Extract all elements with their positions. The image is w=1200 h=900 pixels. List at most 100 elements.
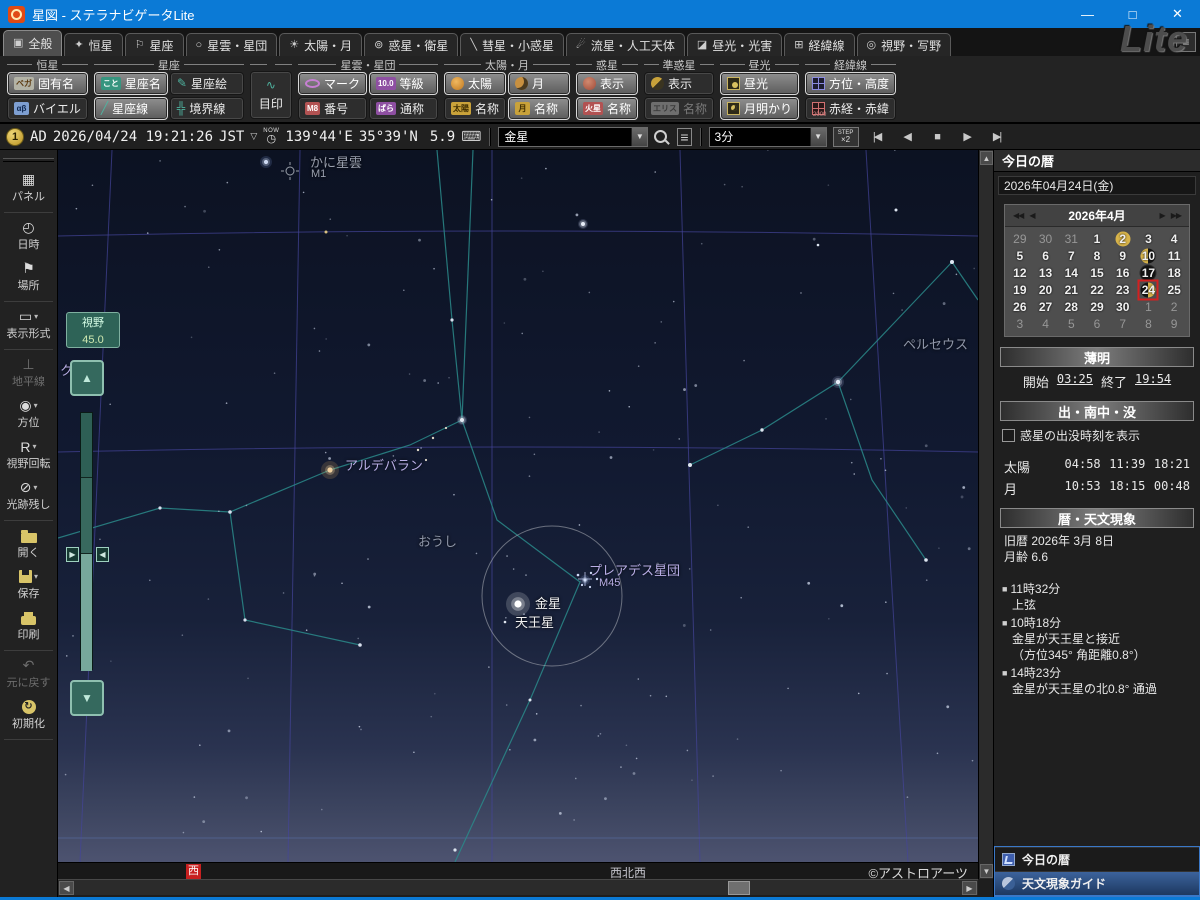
horizontal-scrollbar[interactable]: ◀ ▶: [58, 879, 978, 895]
keyboard-icon[interactable]: ⌨: [461, 128, 481, 145]
toolbar-button-等級[interactable]: 10.0等級: [369, 72, 438, 95]
toolbar-button-表示[interactable]: 表示: [576, 72, 638, 95]
target-select[interactable]: 金星 ▼: [498, 127, 648, 147]
timezone-label[interactable]: JST: [219, 129, 244, 145]
sidebar-item-パネル[interactable]: ▦パネル: [0, 168, 57, 209]
toolbar-button-表示[interactable]: 表示: [644, 72, 714, 95]
toolbar-button-名称[interactable]: 月名称: [508, 97, 570, 120]
toolbar-button-星座線[interactable]: ╱星座線: [94, 97, 168, 120]
search-icon[interactable]: [654, 130, 667, 143]
chevron-down-icon[interactable]: ▼: [631, 128, 647, 146]
calendar-day-30[interactable]: 30: [1110, 298, 1136, 315]
toolbar-button-マーク[interactable]: マーク: [298, 72, 367, 95]
scroll-right-icon[interactable]: ▶: [962, 881, 977, 895]
calendar-day-12[interactable]: 12: [1007, 264, 1033, 281]
calendar-prev-year-button[interactable]: ◀◀: [1010, 211, 1026, 220]
step-multiplier-button[interactable]: STEP×2: [833, 127, 859, 147]
stop-button[interactable]: ■: [925, 127, 949, 147]
calendar-day-4[interactable]: 4: [1033, 315, 1059, 332]
calendar-day-7[interactable]: 7: [1110, 315, 1136, 332]
latitude-value[interactable]: 35°39'N: [359, 129, 418, 145]
scroll-up-icon[interactable]: ▲: [980, 151, 993, 165]
toolbar-button-星座名[interactable]: こと星座名: [94, 72, 168, 95]
tab-流星・人工天体[interactable]: ☄流星・人工天体: [566, 33, 685, 56]
calendar-day-29[interactable]: 29: [1007, 230, 1033, 247]
toolbar-button-名称[interactable]: 太陽名称: [444, 97, 506, 120]
tab-星雲・星団[interactable]: ○星雲・星団: [186, 33, 278, 56]
toolbar-button-太陽[interactable]: 太陽: [444, 72, 506, 95]
sidebar-item-視野回転[interactable]: R▾視野回転: [0, 435, 57, 476]
scroll-down-icon[interactable]: ▼: [980, 864, 993, 878]
longitude-value[interactable]: 139°44'E: [285, 129, 352, 145]
calendar-day-3[interactable]: 3: [1007, 315, 1033, 332]
zoom-out-button[interactable]: ▼: [70, 680, 104, 716]
toolbar-button-名称[interactable]: 火星名称: [576, 97, 638, 120]
toolbar-button-月明かり[interactable]: 月明かり: [720, 97, 799, 120]
tab-視野・写野[interactable]: ◎視野・写野: [857, 33, 952, 56]
time-mode-icon[interactable]: 1: [6, 128, 24, 146]
calendar-next-month-button[interactable]: ▶: [1157, 211, 1168, 220]
slider-handle[interactable]: ▶◀: [66, 547, 109, 562]
calendar-day-1[interactable]: 1: [1084, 230, 1110, 247]
toolbar-button-名称[interactable]: エリス名称: [644, 97, 714, 120]
calendar-day-27[interactable]: 27: [1033, 298, 1059, 315]
calendar-day-6[interactable]: 6: [1033, 247, 1059, 264]
zoom-slider[interactable]: ▶◀: [80, 412, 93, 670]
calendar-day-9[interactable]: 9: [1110, 247, 1136, 264]
sidebar-item-初期化[interactable]: ↻初期化: [0, 695, 57, 736]
toolbar-button-目印[interactable]: ∿目印: [250, 71, 292, 119]
toolbar-button-通称[interactable]: ばら通称: [369, 97, 438, 120]
chevron-down-icon[interactable]: ▼: [810, 128, 826, 146]
calendar-day-13[interactable]: 13: [1033, 264, 1059, 281]
sidebar-item-開く[interactable]: 開く: [0, 524, 57, 565]
vertical-scrollbar[interactable]: ▲ ▼: [978, 150, 993, 879]
tab-太陽・月[interactable]: ☀太陽・月: [279, 33, 362, 56]
sidebar-item-印刷[interactable]: 印刷: [0, 606, 57, 647]
calendar-day-25[interactable]: 25: [1161, 281, 1187, 298]
calendar-day-24[interactable]: 24: [1136, 281, 1162, 298]
calendar-day-21[interactable]: 21: [1058, 281, 1084, 298]
calendar-day-31[interactable]: 31: [1058, 230, 1084, 247]
sidebar-item-保存[interactable]: ▾保存: [0, 565, 57, 606]
sidebar-item-日時[interactable]: ◴日時: [0, 216, 57, 257]
play-forward-button[interactable]: ▶: [955, 127, 979, 147]
calendar-day-20[interactable]: 20: [1033, 281, 1059, 298]
calendar-day-15[interactable]: 15: [1084, 264, 1110, 281]
calendar-day-5[interactable]: 5: [1058, 315, 1084, 332]
calendar-day-4[interactable]: 4: [1161, 230, 1187, 247]
tab-経緯線[interactable]: ⊞経緯線: [784, 33, 854, 56]
toolbar-button-月[interactable]: 月: [508, 72, 570, 95]
calendar-day-3[interactable]: 3: [1136, 230, 1162, 247]
sidebar-item-表示形式[interactable]: ▭▾表示形式: [0, 305, 57, 346]
calendar-prev-month-button[interactable]: ◀: [1026, 211, 1037, 220]
calendar-day-23[interactable]: 23: [1110, 281, 1136, 298]
checkbox[interactable]: [1002, 429, 1015, 442]
calendar-day-29[interactable]: 29: [1084, 298, 1110, 315]
toolbar-button-赤経・赤緯[interactable]: 2000赤経・赤緯: [805, 97, 896, 120]
calendar-day-10[interactable]: 10: [1136, 247, 1162, 264]
calendar-day-11[interactable]: 11: [1161, 247, 1187, 264]
calendar-day-22[interactable]: 22: [1084, 281, 1110, 298]
toolbar-button-番号[interactable]: M8番号: [298, 97, 367, 120]
scrollbar-thumb[interactable]: [728, 881, 750, 895]
tab-惑星・衛星[interactable]: ⊚惑星・衛星: [364, 33, 458, 56]
calendar-day-6[interactable]: 6: [1084, 315, 1110, 332]
tab-恒星[interactable]: ✦恒星: [64, 33, 122, 56]
tab-昼光・光害[interactable]: ◪昼光・光害: [687, 33, 782, 56]
skip-forward-button[interactable]: ▶|: [985, 127, 1009, 147]
calendar-day-8[interactable]: 8: [1136, 315, 1162, 332]
calendar-day-14[interactable]: 14: [1058, 264, 1084, 281]
tab-彗星・小惑星[interactable]: ╲彗星・小惑星: [460, 33, 564, 56]
toolbar-button-固有名[interactable]: ベガ固有名: [7, 72, 88, 95]
calendar-day-16[interactable]: 16: [1110, 264, 1136, 281]
calendar-day-8[interactable]: 8: [1084, 247, 1110, 264]
calendar-next-year-button[interactable]: ▶▶: [1168, 211, 1184, 220]
twilight-end-time[interactable]: 19:54: [1135, 372, 1171, 391]
panel-tab-天文現象ガイド[interactable]: 天文現象ガイド: [995, 871, 1199, 895]
zoom-in-button[interactable]: ▲: [70, 360, 104, 396]
toolbar-button-境界線[interactable]: ╬境界線: [170, 97, 244, 120]
play-backward-button[interactable]: ◀: [895, 127, 919, 147]
calendar-day-9[interactable]: 9: [1161, 315, 1187, 332]
twilight-start-time[interactable]: 03:25: [1057, 372, 1093, 391]
tab-星座[interactable]: ⚐星座: [125, 33, 184, 56]
